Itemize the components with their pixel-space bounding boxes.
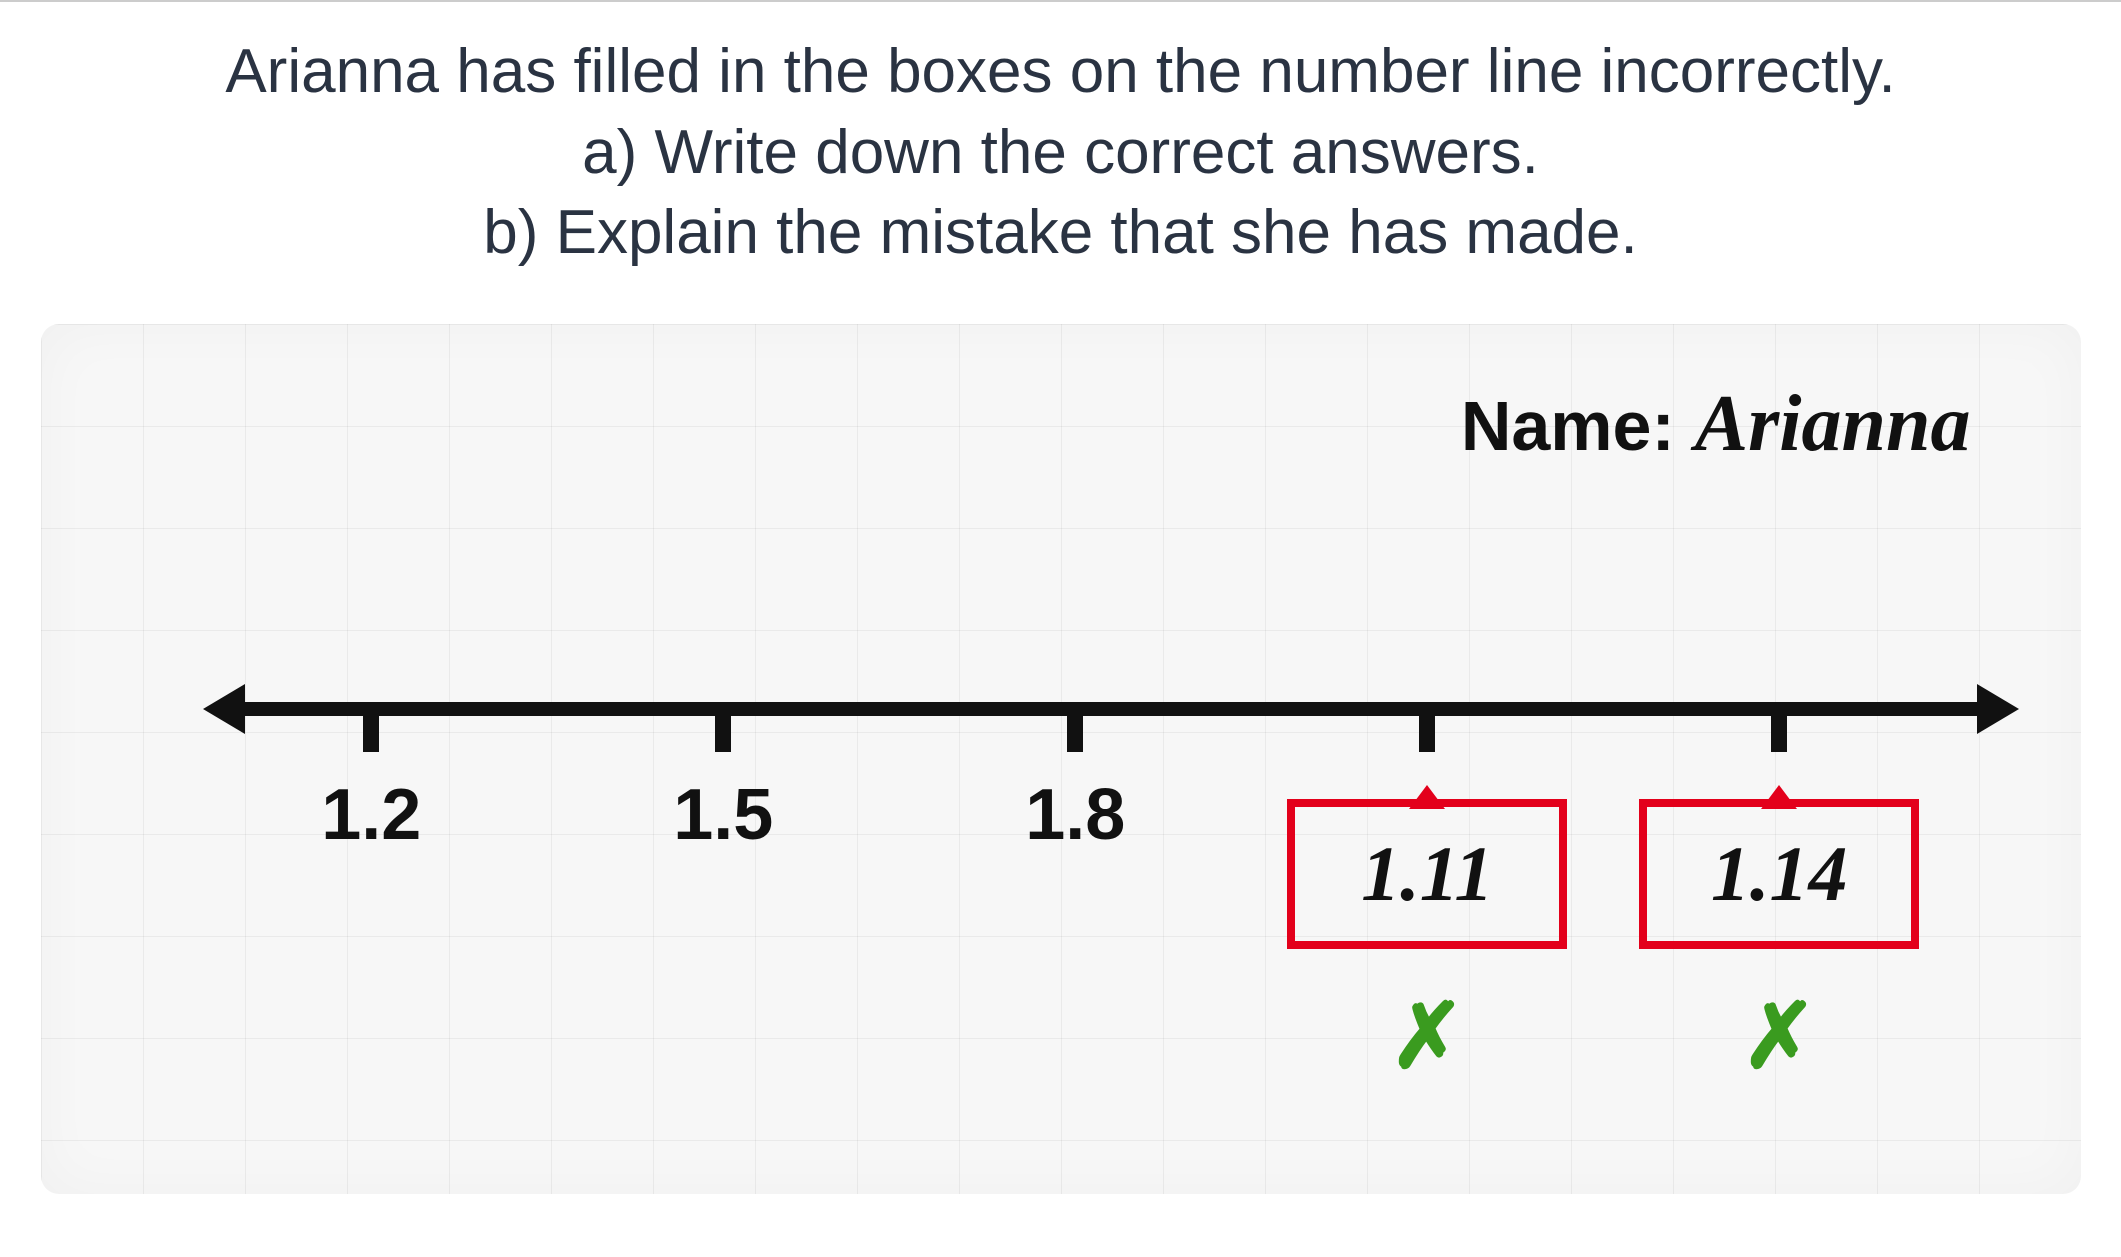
name-row: Name: Arianna	[1461, 379, 1971, 470]
cross-mark-icon: ✗	[1390, 984, 1465, 1089]
number-line: 1.21.51.8	[231, 694, 1991, 714]
student-answer-box-0: 1.11	[1287, 799, 1567, 949]
cross-mark-icon: ✗	[1742, 984, 1817, 1089]
tick-2	[1067, 702, 1083, 752]
tick-label-1: 1.5	[673, 774, 773, 856]
arrow-right-icon	[1977, 684, 2019, 734]
axis-line	[231, 702, 1991, 716]
student-answer-box-1: 1.14	[1639, 799, 1919, 949]
question-text: Arianna has filled in the boxes on the n…	[0, 32, 2121, 274]
name-label: Name:	[1461, 386, 1675, 466]
page: Arianna has filled in the boxes on the n…	[0, 0, 2121, 1257]
tick-4	[1771, 702, 1787, 752]
question-line-1: Arianna has filled in the boxes on the n…	[0, 32, 2121, 113]
name-value: Arianna	[1695, 379, 1971, 470]
question-line-3: b) Explain the mistake that she has made…	[0, 193, 2121, 274]
question-line-2: a) Write down the correct answers.	[0, 113, 2121, 194]
tick-3	[1419, 702, 1435, 752]
tick-1	[715, 702, 731, 752]
tick-0	[363, 702, 379, 752]
tick-label-0: 1.2	[321, 774, 421, 856]
tick-label-2: 1.8	[1025, 774, 1125, 856]
worksheet-paper: Name: Arianna 1.21.51.8 1.11✗1.14✗	[41, 324, 2081, 1194]
